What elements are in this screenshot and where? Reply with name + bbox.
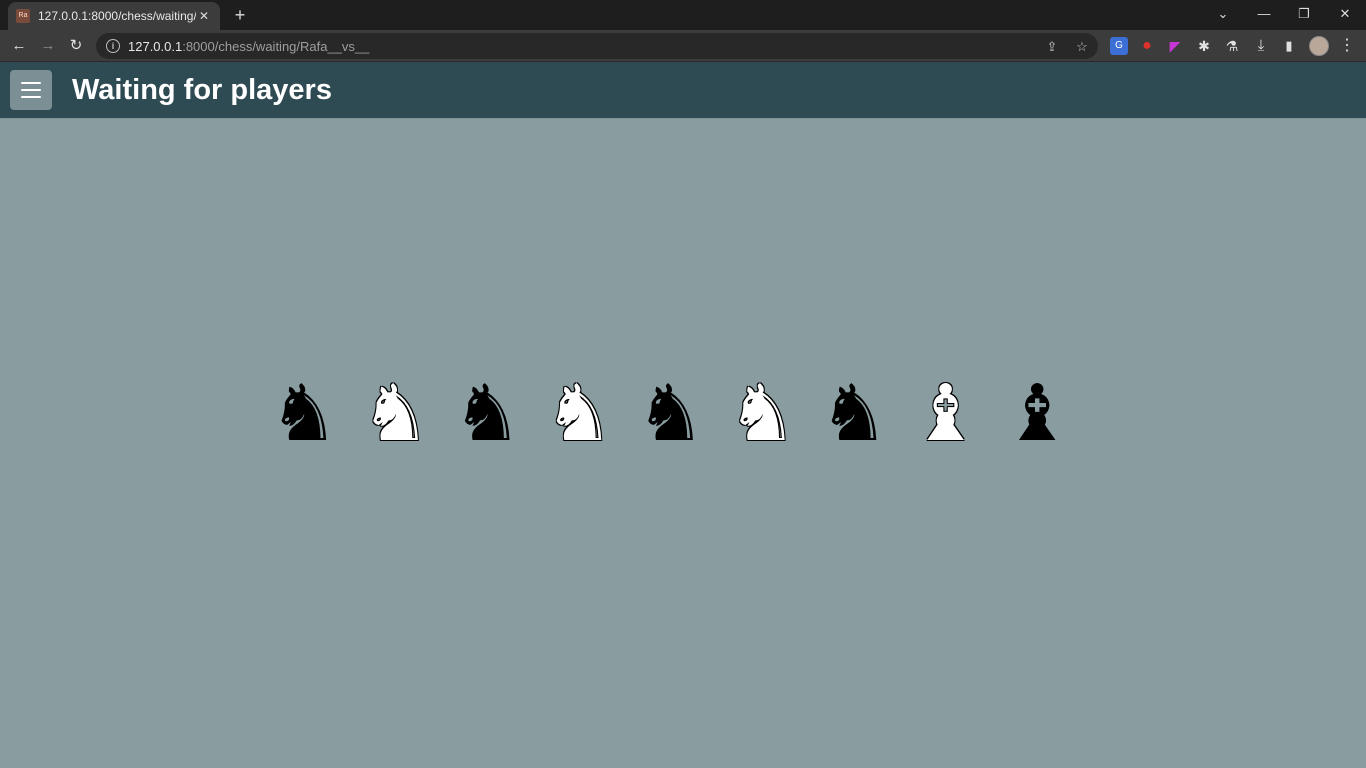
site-info-icon[interactable]: i	[106, 39, 120, 53]
shield-extension-icon[interactable]: ●	[1138, 37, 1156, 55]
white-knight-icon: ♞	[543, 369, 614, 459]
tab-search-icon[interactable]: ⌄	[1203, 0, 1243, 30]
white-bishop-icon: ♝	[910, 369, 981, 459]
black-knight-icon: ♞	[452, 369, 523, 459]
black-knight-icon: ♞	[268, 369, 339, 459]
hamburger-menu-button[interactable]	[10, 70, 52, 110]
menu-line-icon	[21, 89, 41, 91]
app-header: Waiting for players	[0, 62, 1366, 119]
bookmark-star-icon[interactable]: ☆	[1072, 37, 1092, 57]
back-icon[interactable]: ←	[7, 34, 31, 58]
download-icon[interactable]: ⤓	[1252, 37, 1270, 55]
tab-favicon-icon: Ra	[16, 9, 30, 23]
menu-line-icon	[21, 82, 41, 84]
profile-avatar[interactable]	[1309, 36, 1329, 56]
restore-icon[interactable]: ❐	[1284, 0, 1324, 30]
loading-pieces-row: ♞ ♞ ♞ ♞ ♞ ♞ ♞ ♝ ♝	[258, 369, 1088, 459]
address-bar[interactable]: i 127.0.0.1 :8000/chess/waiting/Rafa__vs…	[96, 33, 1098, 59]
browser-tab-strip: Ra 127.0.0.1:8000/chess/waiting/Rafa__vs…	[0, 0, 1366, 30]
black-knight-icon: ♞	[819, 369, 889, 459]
extensions-puzzle-icon[interactable]: ✱	[1195, 37, 1213, 55]
share-icon[interactable]: ⇪	[1042, 37, 1062, 57]
flag-extension-icon[interactable]: ◤	[1166, 37, 1184, 55]
new-tab-icon[interactable]: +	[230, 5, 250, 25]
menu-line-icon	[21, 96, 41, 98]
white-knight-icon: ♞	[727, 369, 798, 459]
white-knight-icon: ♞	[360, 369, 431, 459]
minimize-icon[interactable]: —	[1244, 0, 1284, 30]
black-knight-icon: ♞	[635, 369, 706, 459]
waiting-content: ♞ ♞ ♞ ♞ ♞ ♞ ♞ ♝ ♝	[0, 119, 1366, 768]
labs-flask-icon[interactable]: ⚗	[1223, 37, 1241, 55]
url-host: 127.0.0.1	[128, 38, 183, 54]
forward-icon[interactable]: →	[36, 34, 60, 58]
page-title: Waiting for players	[72, 74, 332, 106]
black-bishop-icon: ♝	[1002, 369, 1073, 459]
url-path: :8000/chess/waiting/Rafa__vs__	[182, 38, 370, 54]
tab-title: 127.0.0.1:8000/chess/waiting/Rafa__vs__	[38, 9, 196, 23]
reload-icon[interactable]: ↻	[64, 34, 88, 58]
browser-tab[interactable]: Ra 127.0.0.1:8000/chess/waiting/Rafa__vs…	[8, 2, 220, 30]
browser-toolbar: ← → ↻ i 127.0.0.1 :8000/chess/waiting/Ra…	[0, 30, 1366, 62]
browser-menu-icon[interactable]: ⋮	[1338, 37, 1356, 55]
tab-close-icon[interactable]: ✕	[196, 8, 212, 24]
side-panel-icon[interactable]: ▮	[1280, 37, 1298, 55]
close-window-icon[interactable]: ✕	[1325, 0, 1365, 30]
translate-extension-icon[interactable]: G	[1110, 37, 1128, 55]
